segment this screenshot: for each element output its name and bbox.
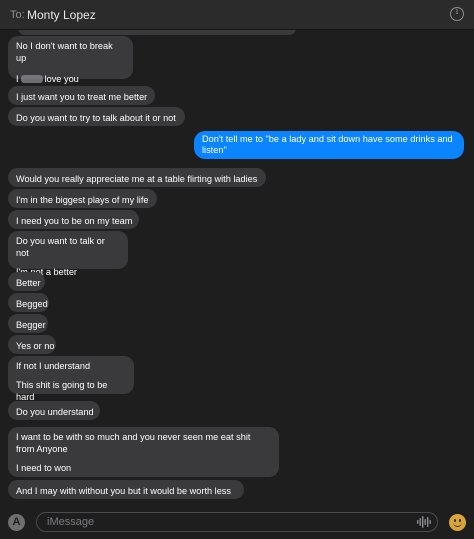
recipient-name[interactable]: Monty Lopez <box>27 8 96 22</box>
message-bubble-received[interactable]: Better <box>8 272 45 291</box>
message-text: I'm in the biggest plays of my life <box>16 195 149 205</box>
message-text: I want to be with so much and you never … <box>16 432 251 454</box>
to-label: To: <box>10 9 25 21</box>
message-text: Would you really appreciate me at a tabl… <box>16 174 258 184</box>
message-bubble-sent[interactable]: Don't tell me to "be a lady and sit down… <box>194 131 464 159</box>
redaction-blur <box>20 75 43 83</box>
message-input-placeholder: iMessage <box>47 516 95 528</box>
message-bubble-received[interactable]: Yes or no <box>8 335 56 354</box>
message-bubble-partial <box>18 30 296 35</box>
message-text: And I may with without you but it would … <box>16 486 231 496</box>
info-circle-icon[interactable] <box>450 7 464 21</box>
audio-waveform-icon[interactable] <box>417 516 431 528</box>
message-text: Begged <box>16 299 48 309</box>
message-bubble-received[interactable]: I want to be with so much and you never … <box>8 427 279 477</box>
message-bubble-received[interactable]: Begged <box>8 293 49 312</box>
message-text: I just want you to treat me better <box>16 92 148 102</box>
composer-bar: A iMessage <box>0 506 474 539</box>
message-text-redacted: Ilove you <box>16 73 125 85</box>
message-bubble-received[interactable]: Do you understand <box>8 401 100 420</box>
message-input[interactable]: iMessage <box>36 512 438 532</box>
message-bubble-received[interactable]: If not I understand This shit is going t… <box>8 356 134 402</box>
message-bubble-received[interactable]: I just want you to treat me better <box>8 86 155 105</box>
message-text: Do you want to try to talk about it or n… <box>16 113 176 123</box>
conversation-header: To: Monty Lopez <box>0 0 474 30</box>
app-store-icon[interactable]: A <box>8 514 25 531</box>
message-bubble-received[interactable]: And I may with without you but it would … <box>8 480 244 499</box>
message-bubble-received[interactable]: I'm in the biggest plays of my life <box>8 189 157 208</box>
message-text: Do you want to talk or not <box>16 236 105 258</box>
message-bubble-received[interactable]: Do you want to try to talk about it or n… <box>8 107 185 126</box>
message-text: This shit is going to be hard <box>16 380 108 402</box>
message-text: Yes or no <box>16 341 55 351</box>
message-bubble-received[interactable]: No I don't want to break up Ilove you <box>8 36 133 84</box>
message-text: love you <box>44 74 79 84</box>
message-bubble-received[interactable]: Do you want to talk or not I'm not a bet… <box>8 231 128 277</box>
message-text: I <box>16 74 19 84</box>
message-bubble-received[interactable]: Begger <box>8 314 48 333</box>
message-bubble-received[interactable]: I need you to be on my team <box>8 210 139 229</box>
message-text: Don't tell me to "be a lady and sit down… <box>202 134 453 155</box>
emoji-mouth <box>453 522 462 527</box>
message-text: If not I understand <box>16 361 91 371</box>
message-text: I need to won <box>16 463 72 473</box>
emoji-icon[interactable] <box>449 514 466 531</box>
message-text: Begger <box>16 320 46 330</box>
message-text: I need you to be on my team <box>16 216 133 226</box>
message-thread[interactable]: No I don't want to break up Ilove you I … <box>0 30 474 506</box>
message-text: Better <box>16 278 41 288</box>
message-bubble-received[interactable]: Would you really appreciate me at a tabl… <box>8 168 266 187</box>
message-text: No I don't want to break up <box>16 41 113 63</box>
message-text: Do you understand <box>16 407 94 417</box>
